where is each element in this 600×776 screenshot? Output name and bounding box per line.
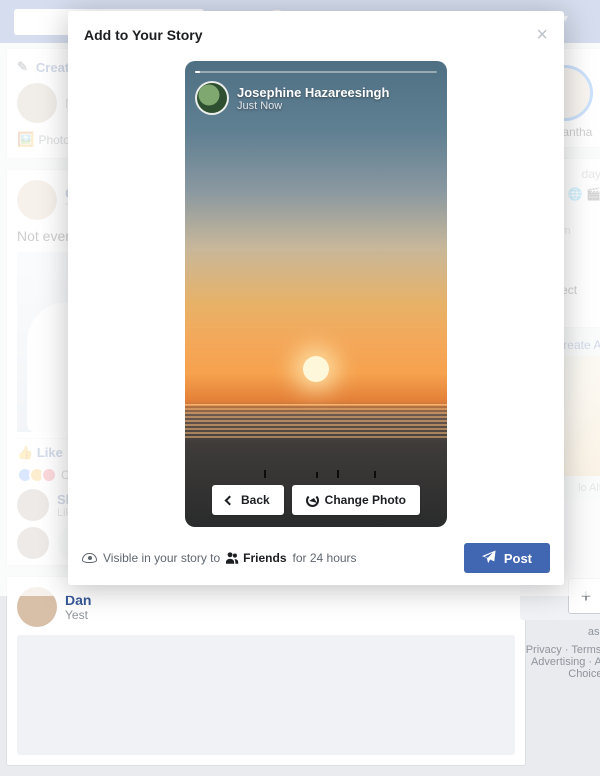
- story-progress-bar: [195, 71, 437, 73]
- post2-time: Yest: [65, 608, 91, 622]
- story-actions: Back Change Photo: [185, 485, 447, 515]
- post-button[interactable]: Post: [464, 543, 550, 573]
- chevron-left-icon: [225, 495, 235, 505]
- close-icon[interactable]: ×: [536, 25, 548, 45]
- modal-title: Add to Your Story: [84, 27, 202, 43]
- eye-icon: [82, 553, 97, 563]
- locale-link[interactable]: asil): [522, 626, 600, 638]
- story-preview-wrap: Josephine Hazareesingh Just Now Back Cha…: [68, 55, 564, 535]
- footer-links[interactable]: Privacy · Terms · Advertising · Ad Choic…: [522, 644, 600, 680]
- reload-icon: [306, 494, 319, 507]
- change-photo-button[interactable]: Change Photo: [292, 485, 420, 515]
- visibility-info[interactable]: Visible in your story to Friends for 24 …: [82, 551, 357, 565]
- audience-selector[interactable]: Friends: [226, 551, 286, 565]
- paper-plane-icon: [482, 550, 496, 567]
- modal-footer: Visible in your story to Friends for 24 …: [68, 535, 564, 585]
- story-poster-time: Just Now: [237, 100, 389, 112]
- story-preview: Josephine Hazareesingh Just Now Back Cha…: [185, 61, 447, 527]
- modal-header: Add to Your Story ×: [68, 11, 564, 55]
- post2-image[interactable]: [17, 635, 515, 755]
- friends-icon: [226, 552, 239, 564]
- back-button[interactable]: Back: [212, 485, 284, 515]
- sunset-sun: [303, 356, 329, 382]
- story-poster-name[interactable]: Josephine Hazareesingh: [237, 85, 389, 100]
- feed-post-2: Dan Yest: [6, 576, 526, 766]
- story-poster-avatar[interactable]: [195, 81, 229, 115]
- add-to-story-modal: Add to Your Story × Josephine Hazareesin…: [68, 11, 564, 585]
- story-header: Josephine Hazareesingh Just Now: [195, 71, 437, 115]
